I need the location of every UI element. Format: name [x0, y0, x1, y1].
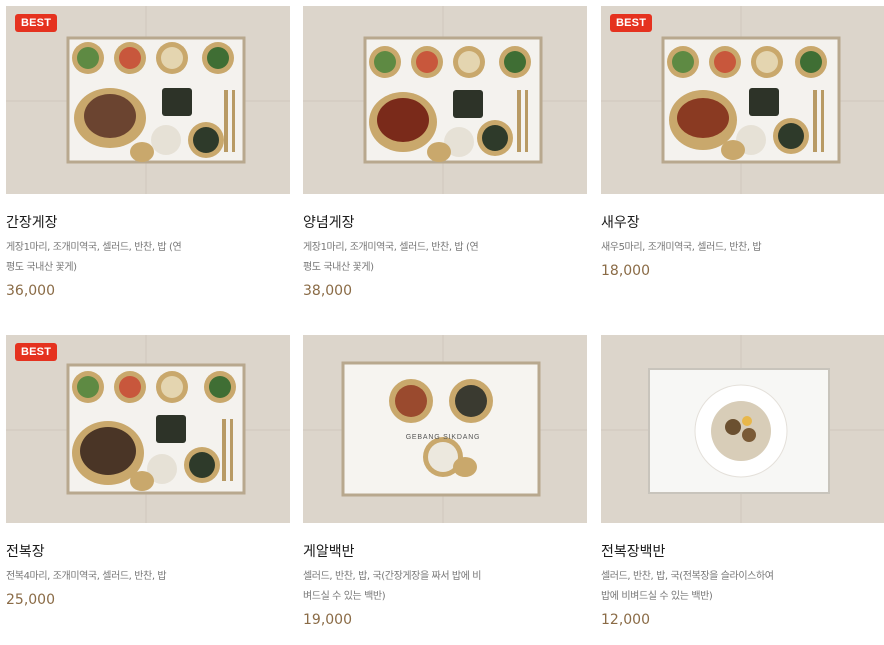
product-description: 셀러드, 반찬, 밥, 국(간장게장을 짜서 밥에 비벼드실 수 있는 백반)	[303, 571, 482, 602]
product-description: 전복4마리, 조개미역국, 셀러드, 반찬, 밥	[6, 571, 167, 582]
product-price: 12,000	[601, 612, 650, 628]
product-description: 새우5마리, 조개미역국, 셀러드, 반찬, 밥	[601, 242, 762, 253]
product-description: 게장1마리, 조개미역국, 셀러드, 반찬, 밥 (연평도 국내산 꽃게)	[6, 242, 182, 273]
product-card-gegal-baekban[interactable]: GEBANG SIKDANG 게알백반 셀러드, 반찬, 밥, 국(간장게장을 …	[303, 335, 587, 645]
tray-logo-text: GEBANG SIKDANG	[406, 434, 481, 441]
product-card-jeonbokjang[interactable]: BEST 전복장 전복4마리, 조개미역국, 셀러드, 반찬, 밥 25,000	[6, 335, 290, 645]
product-price: 36,000	[6, 283, 55, 299]
best-badge: BEST	[15, 14, 58, 32]
product-image[interactable]: BEST	[6, 6, 290, 194]
product-image[interactable]	[303, 6, 587, 194]
best-badge: BEST	[610, 14, 653, 32]
product-card-yangnyeom-gejang[interactable]: 양념게장 게장1마리, 조개미역국, 셀러드, 반찬, 밥 (연평도 국내산 꽃…	[303, 6, 587, 316]
product-price: 18,000	[601, 263, 650, 279]
product-name[interactable]: 게알백반	[303, 541, 355, 561]
product-description: 게장1마리, 조개미역국, 셀러드, 반찬, 밥 (연평도 국내산 꽃게)	[303, 242, 479, 273]
product-image[interactable]: BEST	[6, 335, 290, 523]
product-name[interactable]: 전복장백반	[601, 541, 665, 561]
product-name[interactable]: 전복장	[6, 541, 45, 561]
product-image[interactable]: GEBANG SIKDANG	[303, 335, 587, 523]
product-card-saeujang[interactable]: BEST 새우장 새우5마리, 조개미역국, 셀러드, 반찬, 밥 18,000	[601, 6, 884, 316]
best-badge: BEST	[15, 343, 58, 361]
product-name[interactable]: 새우장	[601, 212, 640, 232]
product-name[interactable]: 간장게장	[6, 212, 58, 232]
product-price: 38,000	[303, 283, 352, 299]
product-name[interactable]: 양념게장	[303, 212, 355, 232]
product-price: 19,000	[303, 612, 352, 628]
product-grid: BEST 간장게장 게장1마리, 조개미역국, 셀러드, 반찬, 밥 (연평도 …	[0, 0, 884, 628]
product-card-jeonbokjang-baekban[interactable]: 전복장백반 셀러드, 반찬, 밥, 국(전복장을 슬라이스하여 밥에 비벼드실 …	[601, 335, 884, 645]
product-image[interactable]	[601, 335, 884, 523]
product-image[interactable]: BEST	[601, 6, 884, 194]
product-card-ganjang-gejang[interactable]: BEST 간장게장 게장1마리, 조개미역국, 셀러드, 반찬, 밥 (연평도 …	[6, 6, 290, 316]
product-description: 셀러드, 반찬, 밥, 국(전복장을 슬라이스하여 밥에 비벼드실 수 있는 백…	[601, 571, 774, 602]
product-price: 25,000	[6, 592, 55, 608]
